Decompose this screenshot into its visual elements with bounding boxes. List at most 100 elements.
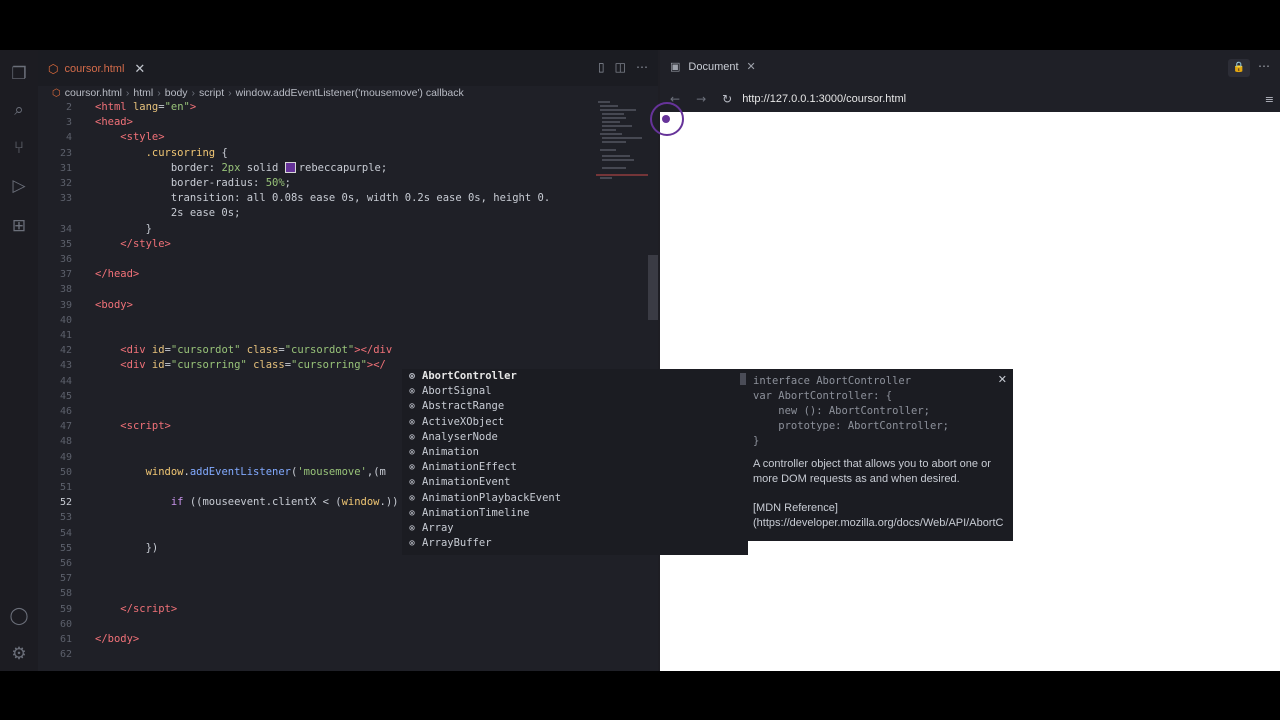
suggestion-item[interactable]: ⊗ AbstractRange	[402, 399, 748, 414]
code-text: })	[95, 541, 159, 554]
screen: ❐ ⌕ ⑂ ▷ ⊞ ◯ ⚙ ⬡ coursor.html ✕ ▯ ◫ ⋯ ⬡ c…	[0, 0, 1280, 720]
breadcrumb-item[interactable]: html	[133, 87, 153, 99]
code-text: window.addEventListener('mousemove',(m	[145, 465, 386, 478]
code-text: if ((mouseevent.clientX < (window.))	[170, 496, 399, 509]
suggestion-item[interactable]: ⊗ ArrayBuffer	[402, 536, 748, 551]
details-ref-link[interactable]: (https://developer.mozilla.org/docs/Web/…	[753, 516, 1007, 531]
symbol-variable-icon: ⊗	[408, 371, 416, 382]
symbol-variable-icon: ⊗	[408, 538, 416, 550]
account-icon[interactable]: ◯	[9, 606, 29, 626]
code-text: <style>	[120, 131, 165, 144]
forward-arrow-icon[interactable]: →	[696, 92, 706, 106]
line-number: 53	[59, 512, 72, 524]
line-number: 35	[59, 238, 72, 250]
line-number: 41	[59, 330, 72, 341]
suggestion-label: AnimationTimeline	[422, 506, 530, 519]
line-number: 37	[59, 269, 72, 281]
line-number: 3	[65, 117, 72, 129]
page-icon: ▣	[670, 60, 681, 73]
reload-icon[interactable]: ↻	[722, 92, 732, 106]
line-number: 34	[59, 223, 72, 235]
browser-tab[interactable]: ▣ Document ✕	[670, 60, 756, 73]
url-field[interactable]: http://127.0.0.1:3000/coursor.html	[742, 93, 906, 105]
lock-icon[interactable]: 🔒	[1228, 59, 1250, 77]
line-number: 56	[59, 558, 72, 569]
browser-tab-label: Document	[688, 60, 739, 73]
line-number: 55	[59, 542, 72, 554]
line-number: 48	[59, 436, 72, 448]
split-editor-icon[interactable]: ◫	[615, 60, 626, 74]
more-actions-icon[interactable]: ⋯	[636, 60, 648, 74]
minimap[interactable]	[596, 100, 648, 200]
line-number: 33	[59, 193, 72, 205]
line-number: 46	[59, 406, 72, 417]
vscode-window: ❐ ⌕ ⑂ ▷ ⊞ ◯ ⚙ ⬡ coursor.html ✕ ▯ ◫ ⋯ ⬡ c…	[0, 50, 1280, 671]
close-tab-icon[interactable]: ✕	[747, 60, 756, 73]
suggestion-label: AbortController	[422, 370, 517, 382]
open-preview-icon[interactable]: ▯	[598, 60, 605, 74]
suggestion-details: ✕ interface AbortController var AbortCon…	[740, 369, 1013, 541]
editor-tab-label: coursor.html	[64, 63, 125, 75]
suggestion-item[interactable]: ⊗ AbortController	[402, 369, 748, 384]
close-tab-icon[interactable]: ✕	[134, 61, 145, 77]
line-number: 45	[59, 390, 72, 402]
editor-scrollbar-thumb[interactable]	[648, 255, 658, 320]
suggestion-label: Array	[422, 521, 454, 534]
line-number: 62	[59, 649, 72, 661]
code-text: .cursorring {	[145, 146, 228, 159]
close-icon[interactable]: ✕	[998, 373, 1007, 386]
line-number: 40	[59, 314, 72, 326]
line-number: 2	[65, 102, 72, 113]
breadcrumb-item[interactable]: script	[199, 87, 224, 99]
symbol-variable-icon: ⊗	[408, 416, 416, 428]
menu-icon[interactable]: ≡	[1265, 93, 1274, 106]
code-text: <body>	[95, 298, 133, 311]
suggestion-item[interactable]: ⊗ AnalyserNode	[402, 430, 748, 445]
breadcrumb-item[interactable]: coursor.html	[65, 87, 122, 99]
suggestion-item[interactable]: ⊗ AnimationEvent	[402, 475, 748, 490]
breadcrumb-item[interactable]: window.addEventListener('mousemove') cal…	[236, 87, 464, 99]
code-text: <html lang="en">	[95, 101, 197, 113]
line-number: 32	[59, 178, 72, 189]
code-text: </script>	[120, 602, 178, 615]
symbol-variable-icon: ⊗	[408, 492, 416, 504]
line-number: 51	[59, 482, 72, 493]
html-file-icon: ⬡	[52, 87, 61, 99]
settings-gear-icon[interactable]: ⚙	[9, 644, 29, 664]
more-actions-icon[interactable]: ⋯	[1258, 59, 1270, 73]
suggestion-label: ActiveXObject	[422, 415, 505, 428]
extensions-icon[interactable]: ⊞	[9, 216, 29, 236]
suggestion-item[interactable]: ⊗ Array	[402, 521, 748, 536]
editor-tab[interactable]: ⬡ coursor.html ✕	[48, 56, 145, 82]
search-icon[interactable]: ⌕	[9, 100, 29, 120]
breadcrumb-item[interactable]: body	[165, 87, 188, 99]
line-number: 4	[65, 132, 72, 144]
code-text: </style>	[120, 237, 171, 250]
suggestion-item[interactable]: ⊗ AnimationTimeline	[402, 506, 748, 521]
suggestion-item[interactable]: ⊗ AnimationPlaybackEvent	[402, 491, 748, 506]
editor-tab-bar: ⬡ coursor.html ✕ ▯ ◫ ⋯	[38, 50, 658, 86]
line-number: 31	[59, 162, 72, 174]
line-number: 57	[59, 573, 72, 585]
suggestion-label: AbortSignal	[422, 385, 492, 398]
suggestion-item[interactable]: ⊗ AbortSignal	[402, 384, 748, 399]
editor-actions: ▯ ◫ ⋯	[598, 60, 648, 74]
suggestion-list[interactable]: ⊗ AbortController ⊗ AbortSignal ⊗ AbstractRan…	[402, 369, 748, 555]
run-debug-icon[interactable]: ▷	[9, 176, 29, 196]
code-text: <div id="cursorring" class="cursorring">…	[120, 359, 386, 372]
suggestion-item[interactable]: ⊗ ActiveXObject	[402, 415, 748, 430]
source-control-icon[interactable]: ⑂	[9, 138, 29, 158]
details-signature: interface AbortController var AbortContr…	[753, 375, 949, 447]
symbol-variable-icon: ⊗	[408, 462, 416, 474]
explorer-icon[interactable]: ❐	[9, 64, 29, 84]
line-number: 58	[59, 588, 72, 600]
code-text: border: 2px solid rebeccapurple;	[170, 161, 388, 174]
line-number: 36	[59, 254, 72, 265]
details-description: A controller object that allows you to a…	[753, 458, 991, 485]
suggestion-item[interactable]: ⊗ Animation	[402, 445, 748, 460]
code-text: <div id="cursordot" class="cursordot"></…	[120, 344, 393, 357]
code-text: 2s ease 0s;	[95, 207, 241, 220]
line-number: 39	[59, 299, 72, 311]
chevron-right-icon: ›	[228, 87, 232, 99]
suggestion-item[interactable]: ⊗ AnimationEffect	[402, 460, 748, 475]
